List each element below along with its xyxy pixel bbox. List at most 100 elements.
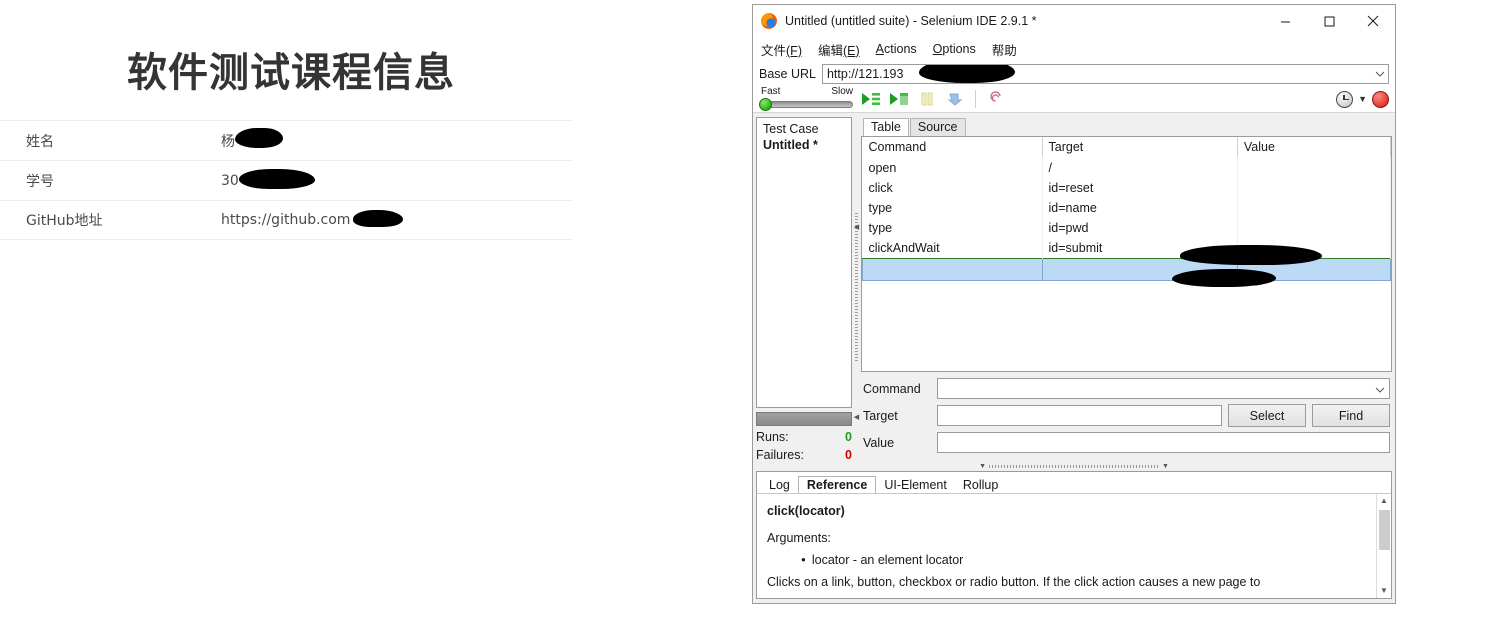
step-icon[interactable] <box>943 88 967 110</box>
chevron-down-icon[interactable] <box>1375 380 1385 398</box>
menu-item-edit[interactable]: 编辑(E) <box>818 40 860 59</box>
table-row[interactable]: click id=reset <box>862 178 1391 198</box>
horizontal-splitter[interactable]: ▼ ▼ <box>753 462 1395 471</box>
command-input[interactable] <box>937 378 1390 399</box>
select-button[interactable]: Select <box>1228 404 1306 427</box>
table-row[interactable]: type id=name <box>862 198 1391 218</box>
tab-rollup[interactable]: Rollup <box>955 477 1006 493</box>
minimize-icon[interactable] <box>1263 5 1307 37</box>
window-title: Untitled (untitled suite) - Selenium IDE… <box>785 14 1037 28</box>
row-value-student-id: 30 <box>221 168 315 189</box>
value-input[interactable] <box>937 432 1390 453</box>
cell-command <box>862 258 1043 281</box>
table-source-tabs: Table Source <box>861 117 1392 137</box>
vertical-splitter[interactable]: ◀ ◀ <box>852 113 861 462</box>
column-header-target[interactable]: Target <box>1042 137 1238 158</box>
cell-target: id=name <box>1042 198 1238 218</box>
bottom-panel: Log Reference UI-Element Rollup click(lo… <box>756 471 1392 599</box>
tab-ui-element[interactable]: UI-Element <box>876 477 955 493</box>
failures-label: Failures: <box>756 448 804 462</box>
chevron-down-icon[interactable] <box>1372 65 1388 83</box>
tab-log[interactable]: Log <box>761 477 798 493</box>
table-row: 姓名 杨 <box>0 120 572 160</box>
play-all-icon[interactable] <box>859 88 883 110</box>
find-button[interactable]: Find <box>1312 404 1390 427</box>
cell-target: id=pwd <box>1042 218 1238 238</box>
scroll-up-icon[interactable]: ▲ <box>1380 494 1388 508</box>
cell-command: clickAndWait <box>862 238 1043 259</box>
table-header-row: Command Target Value <box>862 137 1391 158</box>
progress-bar <box>756 412 852 426</box>
tab-reference[interactable]: Reference <box>797 475 877 493</box>
tab-table[interactable]: Table <box>863 118 909 137</box>
maximize-icon[interactable] <box>1307 5 1351 37</box>
close-icon[interactable] <box>1351 5 1395 37</box>
reference-content: click(locator) Arguments: locator - an e… <box>757 492 1391 598</box>
menu-item-help[interactable]: 帮助 <box>992 40 1017 59</box>
target-row: Target Select Find <box>863 404 1390 427</box>
base-url-label: Base URL <box>759 66 816 81</box>
speed-slider-knob[interactable] <box>759 98 772 111</box>
caret-down-icon[interactable]: ▼ <box>1358 94 1367 104</box>
toolbar-separator <box>975 90 976 108</box>
clock-icon[interactable] <box>1336 90 1354 108</box>
reference-signature: click(locator) <box>767 503 845 518</box>
target-label: Target <box>863 408 898 423</box>
menu-item-actions[interactable]: Actions <box>876 42 917 56</box>
row-value-github-text: https://github.com <box>221 212 351 228</box>
speed-slider-track <box>761 101 853 108</box>
runs-label: Runs: <box>756 430 789 444</box>
reference-argument-item: locator - an element locator <box>801 550 1366 572</box>
row-value-name: 杨 <box>221 127 283 151</box>
toolbar: Fast Slow ▼ <box>753 86 1395 113</box>
runs-row: Runs: 0 <box>756 426 852 444</box>
table-row[interactable]: type id=pwd <box>862 218 1391 238</box>
selenium-ide-window: Untitled (untitled suite) - Selenium IDE… <box>752 4 1396 604</box>
speed-slider[interactable]: Fast Slow <box>759 86 855 112</box>
rollup-icon[interactable] <box>984 88 1008 110</box>
command-label: Command <box>863 381 921 396</box>
pause-icon[interactable] <box>915 88 939 110</box>
record-icon[interactable] <box>1372 90 1389 108</box>
reference-arguments-label: Arguments: <box>767 531 831 546</box>
horizontal-splitter-grip <box>989 465 1159 468</box>
row-label-name: 姓名 <box>26 133 54 150</box>
splitter-collapse-right-icon[interactable]: ◀ <box>854 413 859 421</box>
menu-item-file[interactable]: 文件(F) <box>761 40 802 59</box>
row-value-student-id-text: 30 <box>221 172 239 189</box>
page-title: 软件测试课程信息 <box>127 50 455 96</box>
reference-scrollbar[interactable]: ▲ ▼ <box>1376 493 1391 598</box>
play-current-icon[interactable] <box>887 88 911 110</box>
redaction-blob-student-id <box>239 168 315 189</box>
table-row[interactable]: open / <box>862 157 1391 178</box>
speed-slow-label: Slow <box>831 86 853 97</box>
failures-row: Failures: 0 <box>756 444 852 462</box>
column-header-command[interactable]: Command <box>862 137 1043 158</box>
splitter-collapse-up-icon[interactable]: ▼ <box>979 463 986 470</box>
scroll-down-icon[interactable]: ▼ <box>1380 584 1388 598</box>
redaction-blob-name <box>235 127 283 148</box>
table-row-selected[interactable] <box>862 258 1391 281</box>
column-header-value[interactable]: Value <box>1237 137 1391 158</box>
test-case-panel: Test Case Untitled * Runs: 0 Failures: 0 <box>756 113 852 462</box>
redaction-blob-value-1 <box>1180 245 1322 265</box>
tab-source[interactable]: Source <box>909 118 966 136</box>
row-value-name-text: 杨 <box>221 133 235 150</box>
row-value-github: https://github.com <box>221 210 403 228</box>
splitter-collapse-left-icon[interactable]: ◀ <box>854 223 859 231</box>
cell-command: open <box>862 157 1043 178</box>
target-input[interactable] <box>937 405 1222 426</box>
scrollbar-thumb[interactable] <box>1378 509 1390 550</box>
bottom-panel-tabs: Log Reference UI-Element Rollup <box>757 472 1391 493</box>
splitter-grip <box>855 212 858 363</box>
list-item[interactable]: Untitled * <box>763 138 845 152</box>
menu-item-options[interactable]: Options <box>933 42 976 56</box>
course-info-table: 姓名 杨 学号 30 GitHub地址 https://github.com <box>0 120 572 240</box>
cell-command: type <box>862 198 1043 218</box>
base-url-input[interactable]: http://121.193 <box>821 63 1389 84</box>
firefox-icon <box>761 13 777 29</box>
splitter-collapse-down-icon[interactable]: ▼ <box>1162 463 1169 470</box>
cell-value <box>1237 178 1391 198</box>
cell-target: id=reset <box>1042 178 1238 198</box>
test-case-list[interactable]: Test Case Untitled * <box>756 117 852 408</box>
